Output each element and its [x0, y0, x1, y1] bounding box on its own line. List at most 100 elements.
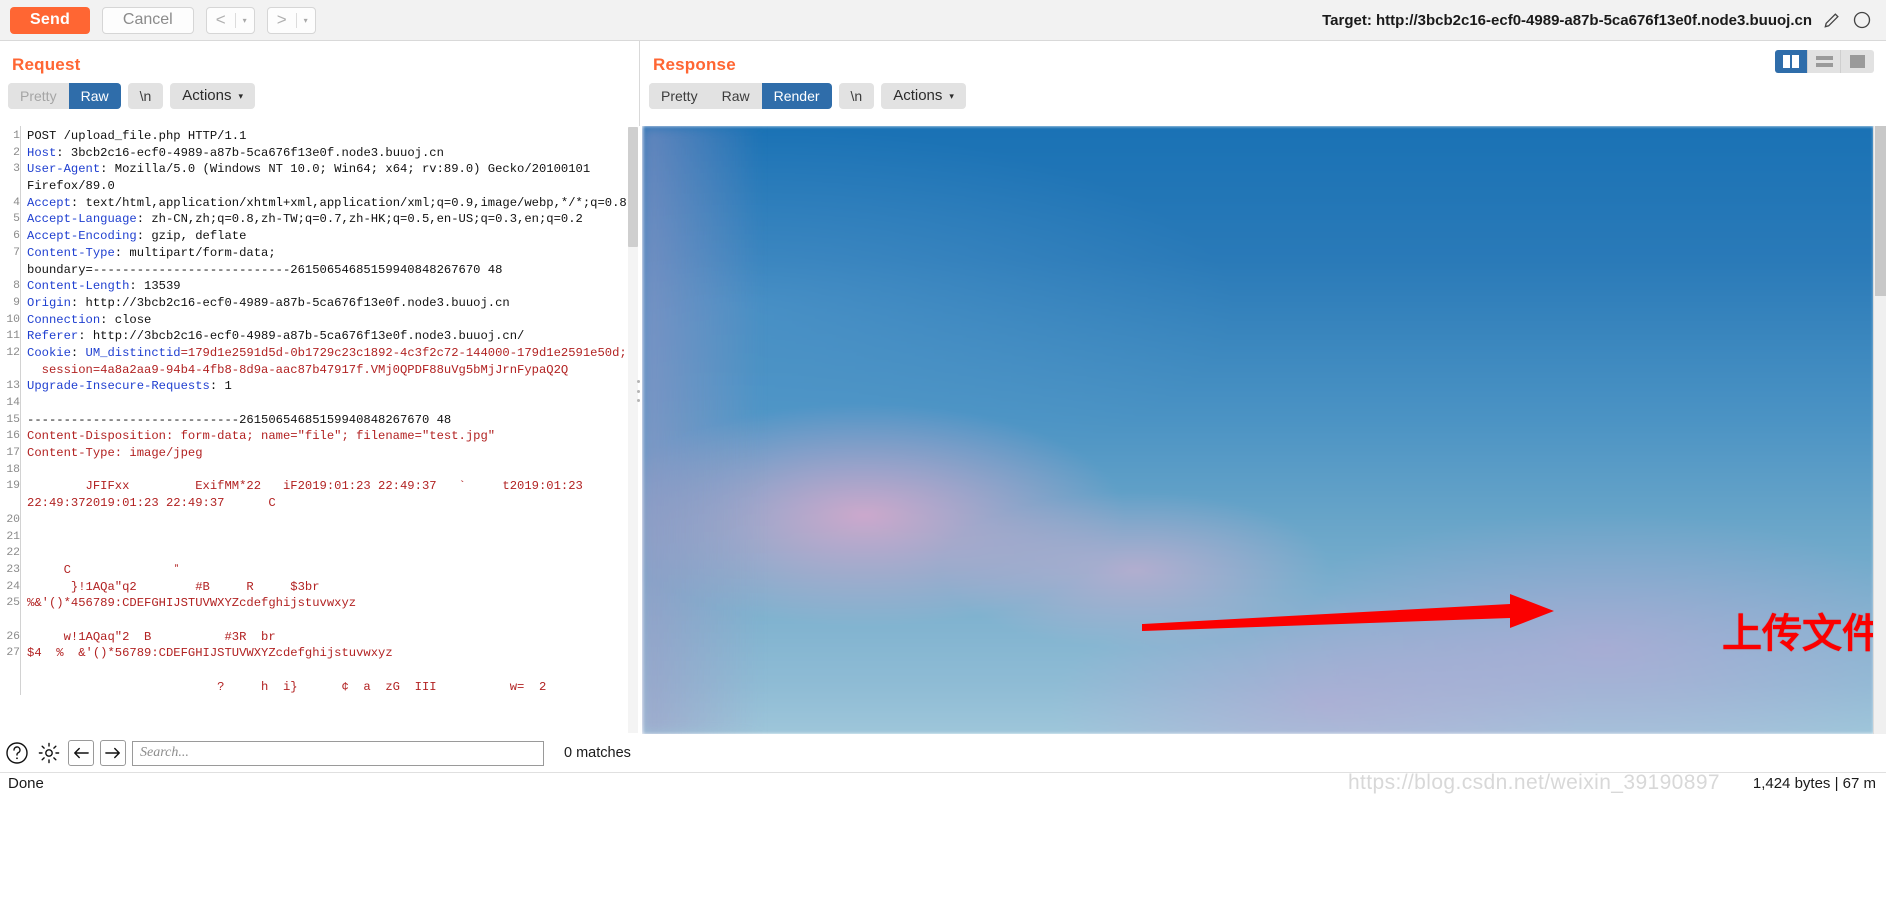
tab-response-pretty[interactable]: Pretty — [649, 83, 710, 109]
next-request-button[interactable]: > — [268, 8, 296, 33]
request-pane: Request Pretty Raw \n Actions ▾ 12345678… — [0, 41, 640, 734]
code-line[interactable]: Host: 3bcb2c16-ecf0-4989-a87b-5ca676f13e… — [27, 145, 640, 162]
code-line[interactable]: C ˮ — [27, 562, 640, 579]
code-line[interactable]: Accept-Encoding: gzip, deflate — [27, 228, 640, 245]
code-line[interactable] — [27, 395, 640, 412]
prev-request-button[interactable]: < — [207, 8, 235, 33]
cancel-button[interactable]: Cancel — [101, 6, 194, 34]
line-number: 12 — [6, 346, 20, 359]
line-number: 22 — [6, 547, 20, 560]
line-number: 8 — [13, 280, 20, 293]
code-line[interactable]: Content-Length: 13539 — [27, 278, 640, 295]
response-actions-button[interactable]: Actions ▾ — [881, 83, 966, 109]
code-line[interactable]: Upgrade-Insecure-Requests: 1 — [27, 378, 640, 395]
code-line[interactable]: session=4a8a2aa9-94b4-4fb8-8d9a-aac87b47… — [27, 362, 640, 379]
line-number: 17 — [6, 447, 20, 460]
tab-request-pretty[interactable]: Pretty — [8, 83, 69, 109]
layout-split-horizontal-button[interactable] — [1808, 50, 1841, 73]
code-line[interactable]: 22:49:372019:01:23 22:49:37 C — [27, 495, 640, 512]
code-line[interactable]: Content-Type: multipart/form-data; — [27, 245, 640, 262]
code-line[interactable]: Accept: text/html,application/xhtml+xml,… — [27, 195, 640, 212]
request-actions-label: Actions — [182, 87, 232, 104]
search-back-button[interactable] — [68, 740, 94, 766]
response-pane-title: Response — [653, 55, 736, 74]
code-line[interactable]: }!1AQa"q2 #B R $3br — [27, 579, 640, 596]
tab-response-render[interactable]: Render — [761, 83, 832, 109]
code-line[interactable] — [27, 529, 640, 546]
code-line[interactable]: %&'()*456789:CDEFGHIJSTUVWXYZcdefghijstu… — [27, 595, 640, 612]
line-number: 1 — [13, 130, 20, 142]
line-number: 20 — [6, 513, 20, 526]
code-line[interactable]: Content-Disposition: form-data; name="fi… — [27, 428, 640, 445]
next-request-group[interactable]: > ▾ — [266, 6, 316, 34]
gear-icon[interactable] — [36, 740, 62, 766]
line-number: 19 — [6, 480, 20, 493]
layout-toggle-group — [1775, 50, 1874, 73]
response-newline-toggle[interactable]: \n — [838, 83, 875, 109]
code-line[interactable]: -----------------------------26150654685… — [27, 412, 640, 429]
code-line[interactable]: Connection: close — [27, 312, 640, 329]
status-bar: Done https://blog.csdn.net/weixin_391908… — [0, 771, 1886, 911]
code-line[interactable]: Content-Type: image/jpeg — [27, 445, 640, 462]
code-line[interactable]: ? h i} ¢ a zG III w= 2 — [27, 679, 640, 696]
send-button[interactable]: Send — [10, 6, 90, 34]
response-scrollbar-thumb[interactable] — [1875, 126, 1886, 296]
code-line[interactable]: POST /upload_file.php HTTP/1.1 — [27, 128, 640, 145]
response-scrollbar[interactable] — [1873, 126, 1886, 734]
code-line[interactable] — [27, 462, 640, 479]
code-line[interactable]: JFIFxx ExifMM*22 iF2019:01:23 22:49:37 `… — [27, 478, 640, 495]
code-line[interactable] — [27, 512, 640, 529]
line-number — [0, 362, 20, 379]
line-number: 23 — [6, 563, 20, 576]
code-line[interactable] — [27, 545, 640, 562]
line-number: 3 — [13, 163, 20, 176]
code-line[interactable]: Cookie: UM_distinctid=179d1e2591d5d-0b17… — [27, 345, 640, 362]
request-code-lines[interactable]: POST /upload_file.php HTTP/1.1 Host: 3bcb… — [20, 126, 640, 696]
layout-split-vertical-button[interactable] — [1775, 50, 1808, 73]
search-matches-count: 0 matches — [564, 745, 631, 761]
request-tabs: Pretty Raw \n Actions ▾ — [0, 83, 639, 109]
pencil-icon[interactable] — [1822, 10, 1842, 30]
request-raw-editor[interactable]: 1 2 3 4 5 6 7 8 9 10 11 12 13 14 15 16 17 18 19 20 21 22 23 24 2… — [0, 126, 640, 734]
code-line[interactable]: Origin: http://3bcb2c16-ecf0-4989-a87b-5… — [27, 295, 640, 312]
prev-request-group[interactable]: < ▾ — [205, 6, 255, 34]
line-number: 6 — [13, 230, 20, 243]
code-line[interactable]: w!1AQaq"2 B #3R br — [27, 629, 640, 646]
request-scrollbar-thumb[interactable] — [628, 127, 638, 247]
code-line[interactable]: Referer: http://3bcb2c16-ecf0-4989-a87b-… — [27, 328, 640, 345]
code-line[interactable]: Firefox/89.0 — [27, 178, 640, 195]
request-line-numbers: 1 2 3 4 5 6 7 8 9 10 11 12 13 14 15 16 17 18 19 20 21 22 23 24 2… — [0, 126, 20, 695]
search-input[interactable] — [132, 740, 544, 766]
code-line[interactable] — [27, 612, 640, 629]
request-newline-toggle[interactable]: \n — [127, 83, 164, 109]
request-view-tabgroup: Pretty Raw — [8, 83, 121, 109]
line-number: 14 — [6, 397, 20, 409]
line-number: 9 — [13, 296, 20, 309]
info-circle-icon[interactable] — [1852, 10, 1872, 30]
code-line[interactable]: $4 % &'()*56789:CDEFGHIJSTUVWXYZcdefghij… — [27, 645, 640, 662]
next-request-dropdown-icon[interactable]: ▾ — [297, 8, 315, 33]
search-forward-button[interactable] — [100, 740, 126, 766]
image-edge-gradient — [642, 126, 762, 734]
line-number — [0, 662, 20, 679]
request-search-bar: 0 matches — [0, 734, 640, 772]
chevron-down-icon: ▾ — [238, 90, 244, 101]
layout-single-pane-button[interactable] — [1841, 50, 1874, 73]
tab-response-raw[interactable]: Raw — [709, 83, 762, 109]
request-scrollbar[interactable] — [628, 127, 638, 733]
annotation-arrow-icon — [1142, 594, 1554, 631]
code-line[interactable] — [27, 662, 640, 679]
tab-request-raw[interactable]: Raw — [68, 83, 121, 109]
request-actions-button[interactable]: Actions ▾ — [170, 83, 256, 109]
code-line[interactable]: Accept-Language: zh-CN,zh;q=0.8,zh-TW;q=… — [27, 211, 640, 228]
prev-request-dropdown-icon[interactable]: ▾ — [236, 8, 254, 33]
code-line[interactable]: User-Agent: Mozilla/5.0 (Windows NT 10.0… — [27, 161, 640, 178]
target-url-label: Target: http://3bcb2c16-ecf0-4989-a87b-5… — [1322, 11, 1812, 29]
line-number: 24 — [6, 580, 20, 593]
response-actions-label: Actions — [893, 87, 943, 104]
line-number: 21 — [6, 530, 20, 543]
line-number: 18 — [6, 463, 20, 476]
question-mark-icon[interactable] — [4, 740, 30, 766]
response-render-view[interactable]: 上传文件名: test.jpg — [642, 126, 1886, 734]
code-line[interactable]: boundary=---------------------------2615… — [27, 262, 640, 279]
